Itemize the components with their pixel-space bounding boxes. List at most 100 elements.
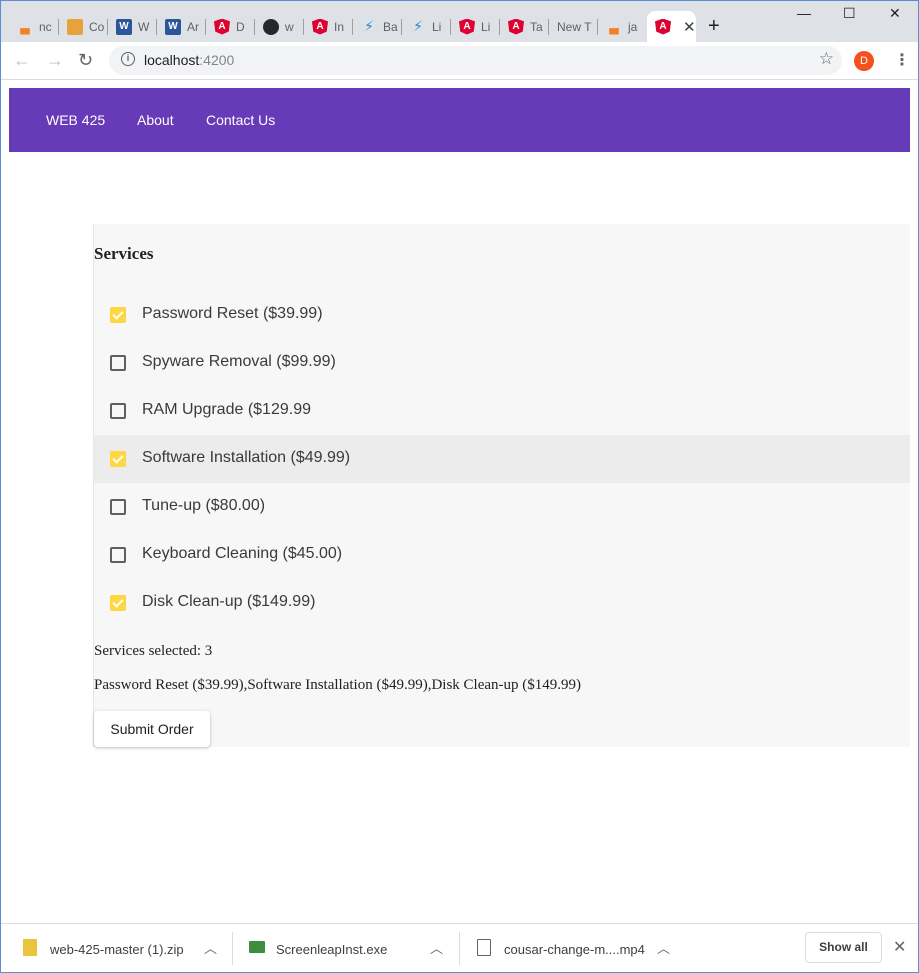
url-text: localhost:4200 [144,52,234,68]
service-label: Disk Clean-up ($149.99) [142,593,316,610]
angular-icon: A [508,18,524,35]
tab[interactable]: w [255,11,304,42]
tab-label: New T [557,19,592,34]
service-option[interactable]: Keyboard Cleaning ($45.00) [94,531,910,579]
checkbox[interactable] [110,403,126,419]
checkbox[interactable] [110,355,126,371]
tab[interactable]: WW [108,11,157,42]
browser-toolbar: ← → ↻ i localhost:4200 ☆ D ⋮ [1,42,918,80]
services-selected-list: Password Reset ($39.99),Software Install… [94,677,582,693]
video-file-icon [477,939,491,956]
url-host: localhost [144,52,200,68]
tab[interactable]: A Li [451,11,500,42]
tab[interactable]: A Ta [500,11,549,42]
bolt-icon: ⚡ [413,18,423,34]
url-port: :4200 [199,52,235,68]
tab[interactable]: ⚡ Ba [353,11,402,42]
stackoverflow-icon [20,28,30,35]
downloads-shelf: web-425-master (1).zip ︿ ScreenleapInst.… [1,923,918,972]
service-option[interactable]: Spyware Removal ($99.99) [94,339,910,387]
checkbox[interactable] [110,307,126,323]
close-window-button[interactable]: ✕ [889,5,901,22]
profile-avatar[interactable]: D [854,51,874,71]
bolt-icon: ⚡ [364,18,374,34]
service-label: Password Reset ($39.99) [142,305,323,322]
tab-label: nc [39,19,52,34]
nav-contact-link[interactable]: Contact Us [206,112,275,128]
tab-label: Ta [530,19,543,34]
bookmark-star-icon[interactable]: ☆ [819,49,834,69]
info-icon[interactable]: i [121,52,135,66]
tab-label: ja [628,19,638,34]
download-filename: web-425-master (1).zip [50,942,184,957]
back-icon[interactable]: ← [13,50,31,71]
app-navbar: WEB 425 About Contact Us [9,88,910,152]
chevron-up-icon[interactable]: ︿ [657,938,670,957]
tab-label: W [138,19,150,34]
tab[interactable]: Co [59,11,108,42]
submit-order-button[interactable]: Submit Order [94,711,210,747]
close-tab-icon[interactable]: ✕ [683,18,696,36]
tab-strip: nc Co WW W Ar AD w A In ⚡ Ba ⚡ Li A Li A Ta Ne… [1,1,918,42]
tab-active[interactable]: A ✕ [647,11,696,42]
minimize-button[interactable]: — [797,5,811,21]
service-option[interactable]: Password Reset ($39.99) [94,291,910,339]
checkbox[interactable] [110,595,126,611]
service-option[interactable]: Software Installation ($49.99) [94,435,910,483]
tab[interactable]: nc [9,11,59,42]
tab-label: Ar [187,19,199,34]
word-icon: W [165,18,181,35]
service-label: Keyboard Cleaning ($45.00) [142,545,343,562]
checkbox[interactable] [110,547,126,563]
tab-label: In [334,19,345,34]
tab[interactable]: ⚡ Li [402,11,451,42]
checkbox[interactable] [110,451,126,467]
tab-label: D [236,19,245,34]
tab[interactable]: ja [598,11,647,42]
angular-icon: A [459,18,475,35]
exe-file-icon [249,941,265,953]
close-shelf-icon[interactable]: ✕ [893,937,906,957]
download-filename: ScreenleapInst.exe [276,942,388,957]
tab-label: Li [481,19,491,34]
checkbox[interactable] [110,499,126,515]
service-label: Software Installation ($49.99) [142,449,351,466]
service-option[interactable]: RAM Upgrade ($129.99 [94,387,910,435]
new-tab-button[interactable]: + [708,15,720,38]
nav-about-link[interactable]: About [137,112,174,128]
chevron-up-icon[interactable]: ︿ [430,938,443,957]
reload-icon[interactable]: ↻ [78,50,93,71]
zip-file-icon [23,939,37,956]
forward-icon[interactable]: → [46,50,64,71]
angular-icon: A [312,18,328,35]
services-title: Services [94,244,154,263]
maximize-button[interactable]: ☐ [843,5,856,22]
services-selected-count: Services selected: 3 [94,643,213,659]
service-option[interactable]: Disk Clean-up ($149.99) [94,579,910,627]
download-item[interactable]: web-425-master (1).zip ︿ [23,924,223,973]
tab[interactable]: W Ar [157,11,206,42]
service-option[interactable]: Tune-up ($80.00) [94,483,910,531]
angular-icon: A [655,18,671,35]
github-icon [263,18,279,35]
pen-icon [67,18,83,35]
show-all-button[interactable]: Show all [805,932,882,963]
angular-icon: A [214,18,230,35]
word-icon: W [116,18,132,35]
download-item[interactable]: ScreenleapInst.exe ︿ [249,924,449,973]
tab-label: w [285,19,294,34]
tab[interactable]: AD [206,11,255,42]
service-label: Tune-up ($80.00) [142,497,266,514]
tab-label: Co [89,19,105,34]
tab-label: Ba [383,19,398,34]
stackoverflow-icon [609,28,619,35]
brand-link[interactable]: WEB 425 [46,112,105,128]
tab-label: Li [432,19,442,34]
menu-kebab-icon[interactable]: ⋮ [894,50,910,70]
tab[interactable]: A In [304,11,353,42]
service-label: RAM Upgrade ($129.99 [142,401,311,418]
address-bar[interactable]: i localhost:4200 ☆ [109,46,842,75]
download-item[interactable]: cousar-change-m....mp4 ︿ [477,924,677,973]
chevron-up-icon[interactable]: ︿ [204,938,217,957]
tab[interactable]: New T [549,11,598,42]
